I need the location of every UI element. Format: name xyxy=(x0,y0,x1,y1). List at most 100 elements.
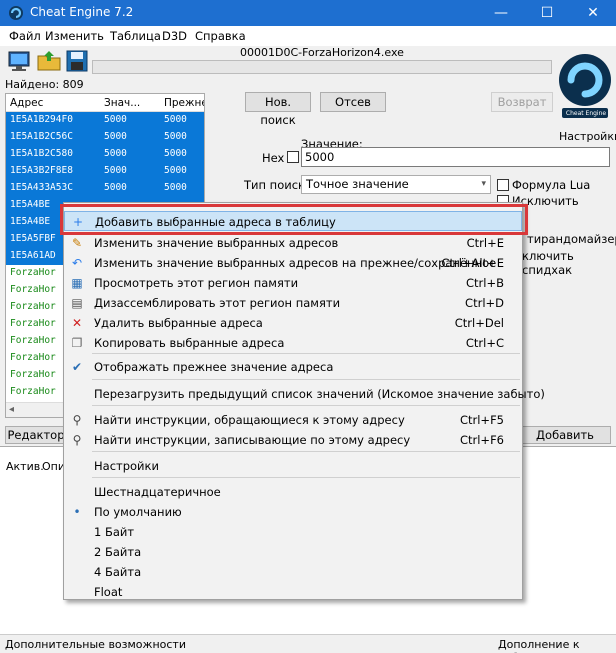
open-process-button[interactable] xyxy=(6,48,34,74)
advanced-options-link[interactable]: Дополнительные возможности xyxy=(5,638,186,651)
cm-find-access[interactable]: ⚲ Найти инструкции, обращающиеся к этому … xyxy=(64,410,522,430)
floppy-disk-icon xyxy=(66,50,88,72)
table-row[interactable]: 1E5A1B2C580 5000 5000 xyxy=(6,146,204,163)
cm-label: Отображать прежнее значение адреса xyxy=(94,360,334,374)
row-value: 5000 xyxy=(104,131,127,142)
table-row[interactable]: 1E5A1B2C56C 5000 5000 xyxy=(6,129,204,146)
column-value[interactable]: Знач... xyxy=(104,97,140,109)
menu-separator xyxy=(92,379,520,380)
cm-label: Дизассемблировать этот регион памяти xyxy=(94,296,341,310)
cheat-engine-icon xyxy=(9,6,23,20)
cm-browse-memory[interactable]: ▦ Просмотреть этот регион памяти Ctrl+B xyxy=(64,273,522,293)
cm-label: Шестнадцатеричное xyxy=(94,485,221,499)
cm-2-bytes[interactable]: 2 Байта xyxy=(64,542,522,562)
row-previous: 5000 xyxy=(164,114,187,125)
row-address: 1E5A4BE xyxy=(10,216,51,227)
minimize-button[interactable]: — xyxy=(478,0,524,26)
save-button[interactable] xyxy=(64,48,92,74)
memory-icon: ▦ xyxy=(71,276,83,290)
scan-type-select[interactable]: Точное значение ▾ xyxy=(301,175,491,194)
column-address[interactable]: Адрес xyxy=(10,97,43,109)
row-value: 5000 xyxy=(104,165,127,176)
cm-label: Удалить выбранные адреса xyxy=(94,316,263,330)
menu-table[interactable]: Таблица xyxy=(110,29,161,43)
table-row[interactable]: 1E5A3B2F8E8 5000 5000 xyxy=(6,163,204,180)
cm-shortcut: Ctrl+D xyxy=(465,296,504,310)
scroll-left-icon[interactable]: ◂ xyxy=(9,404,14,415)
row-address: ForzaHor xyxy=(10,284,56,295)
menu-edit[interactable]: Изменить xyxy=(45,29,104,43)
row-address: ForzaHor xyxy=(10,335,56,346)
undo-scan-button[interactable]: Возврат xyxy=(491,92,553,112)
cm-1-byte[interactable]: 1 Байт xyxy=(64,522,522,542)
lua-formula-label: Формула Lua xyxy=(512,178,591,192)
speedhack-label[interactable]: ключить спидхак xyxy=(522,249,616,277)
cm-label: Float xyxy=(94,585,123,599)
add-address-button[interactable]: Добавить адрес xyxy=(519,426,611,458)
cm-shortcut: Ctrl+Del xyxy=(454,316,504,330)
maximize-button[interactable]: ☐ xyxy=(524,0,570,26)
cm-revert-value[interactable]: ↶ Изменить значение выбранных адресов на … xyxy=(64,253,522,273)
row-address: ForzaHor xyxy=(10,369,56,380)
row-value: 5000 xyxy=(104,114,127,125)
value-input[interactable]: 5000 xyxy=(301,147,610,167)
row-address: ForzaHor xyxy=(10,267,56,278)
cm-change-value[interactable]: ✎ Изменить значение выбранных адресов Ctrl… xyxy=(64,233,522,253)
cm-label: Найти инструкции, записывающие по этому … xyxy=(94,433,411,447)
cm-shortcut: Ctrl+F5 xyxy=(459,413,504,427)
table-row[interactable]: 1E5A433A53C 5000 5000 xyxy=(6,180,204,197)
cm-show-previous[interactable]: ✔ Отображать прежнее значение адреса xyxy=(64,357,522,377)
row-address: 1E5A5FBF xyxy=(10,233,56,244)
column-previous[interactable]: Прежне... xyxy=(164,97,204,109)
cm-label: По умолчанию xyxy=(94,505,182,519)
menu-help[interactable]: Справка xyxy=(195,29,246,43)
cm-shortcut: Ctrl+Alt+E xyxy=(441,256,504,270)
computer-icon xyxy=(8,51,30,71)
column-description[interactable]: Опи xyxy=(42,460,65,473)
cm-copy-addresses[interactable]: ❐ Копировать выбранные адреса Ctrl+C xyxy=(64,333,522,353)
row-address: ForzaHor xyxy=(10,318,56,329)
scan-progress-bar xyxy=(92,60,552,74)
edit-icon: ✎ xyxy=(71,236,83,250)
cm-hexadecimal[interactable]: Шестнадцатеричное xyxy=(64,482,522,502)
title-bar[interactable]: Cheat Engine 7.2 — ☐ ✕ xyxy=(0,0,616,26)
cm-find-writes[interactable]: ⚲ Найти инструкции, записывающие по этому… xyxy=(64,430,522,450)
menu-separator xyxy=(92,477,520,478)
context-menu: + Добавить выбранные адреса в таблицу ✎ Изм… xyxy=(63,202,545,602)
cm-disassemble[interactable]: ▤ Дизассемблировать этот регион памяти Ctr… xyxy=(64,293,522,313)
memory-editor-button[interactable]: Редактор xyxy=(5,426,67,444)
cm-float[interactable]: Float xyxy=(64,582,522,602)
new-scan-button[interactable]: Нов. поиск xyxy=(245,92,311,127)
randomizer-label[interactable]: тирандомайзер xyxy=(527,232,616,246)
cm-label: 1 Байт xyxy=(94,525,135,539)
cm-remove-addresses[interactable]: ✕ Удалить выбранные адреса Ctrl+Del xyxy=(64,313,522,333)
cm-default[interactable]: • По умолчанию xyxy=(64,502,522,522)
cm-reload-values[interactable]: Перезагрузить предыдущий список значений… xyxy=(64,384,545,404)
menu-separator xyxy=(92,405,520,406)
table-row[interactable]: 1E5A1B294F0 5000 5000 xyxy=(6,112,204,129)
next-scan-button[interactable]: Отсев xyxy=(320,92,386,112)
settings-link[interactable]: Настройки xyxy=(559,130,616,143)
close-button[interactable]: ✕ xyxy=(570,0,616,26)
menu-d3d[interactable]: D3D xyxy=(162,29,187,43)
menu-separator xyxy=(92,451,520,452)
menu-bar: Файл Изменить Таблица D3D Справка xyxy=(0,26,616,46)
lua-formula-checkbox[interactable] xyxy=(497,179,509,191)
cm-label: Найти инструкции, обращающиеся к этому а… xyxy=(94,413,405,427)
search-icon: ⚲ xyxy=(72,413,82,427)
cm-label: Изменить значение выбранных адресов xyxy=(94,236,339,250)
cm-label: Изменить значение выбранных адресов на п… xyxy=(94,256,497,270)
column-active[interactable]: Актив. xyxy=(6,460,44,473)
chevron-down-icon: ▾ xyxy=(481,179,486,189)
row-address: 1E5A433A53C xyxy=(10,182,73,193)
cm-label: Настройки xyxy=(94,459,159,473)
open-file-button[interactable] xyxy=(36,48,64,74)
row-previous: 5000 xyxy=(164,182,187,193)
cm-label: Просмотреть этот регион памяти xyxy=(94,276,299,290)
table-extras-link[interactable]: Дополнение к таблицу xyxy=(498,638,616,653)
hex-checkbox[interactable] xyxy=(287,151,299,163)
menu-file[interactable]: Файл xyxy=(9,29,41,43)
cm-settings[interactable]: Настройки xyxy=(64,456,522,476)
cm-4-bytes[interactable]: 4 Байта xyxy=(64,562,522,582)
row-previous: 5000 xyxy=(164,148,187,159)
